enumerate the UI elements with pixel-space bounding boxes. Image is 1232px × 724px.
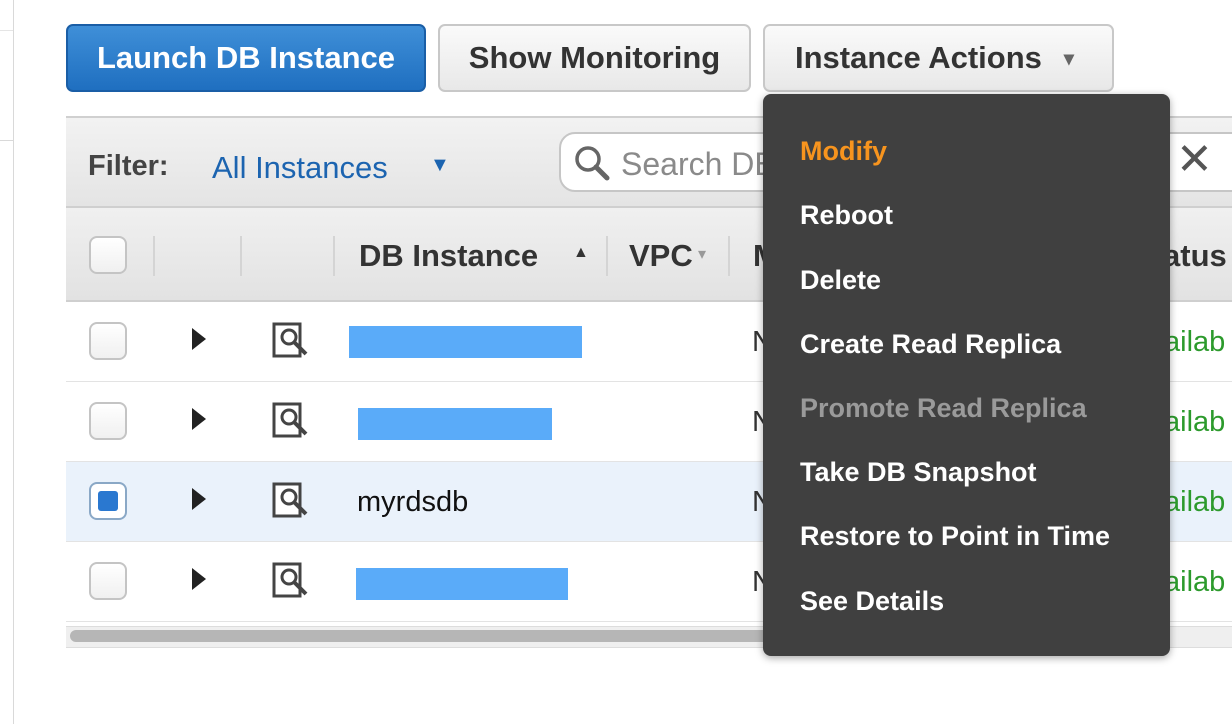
redacted-name: [356, 568, 568, 600]
inspect-icon[interactable]: [272, 322, 312, 360]
filter-dropdown[interactable]: All Instances: [212, 150, 388, 186]
row-checkbox[interactable]: [89, 562, 127, 600]
expand-arrow-icon[interactable]: [192, 408, 206, 430]
show-monitoring-label: Show Monitoring: [468, 40, 721, 75]
chevron-down-icon[interactable]: ▼: [430, 154, 450, 177]
sort-icon[interactable]: ▾: [698, 244, 706, 264]
sort-ascending-icon[interactable]: ▲: [573, 244, 589, 262]
menu-item-modify[interactable]: Modify: [800, 136, 887, 167]
menu-item-take-db-snapshot[interactable]: Take DB Snapshot: [800, 457, 1037, 488]
status-cell: ailab: [1164, 566, 1226, 598]
select-all-checkbox[interactable]: [89, 236, 127, 274]
panel-edge: [13, 0, 14, 724]
row-checkbox[interactable]: [89, 482, 127, 520]
db-instance-name: myrdsdb: [357, 486, 469, 518]
menu-item-promote-read-replica: Promote Read Replica: [800, 393, 1087, 423]
instance-actions-menu: Modify Reboot Delete Create Read Replica…: [763, 94, 1170, 656]
redacted-name: [349, 326, 582, 358]
expand-arrow-icon[interactable]: [192, 328, 206, 350]
column-header-db-instance[interactable]: DB Instance: [359, 238, 538, 274]
menu-item-delete[interactable]: Delete: [800, 265, 881, 296]
launch-db-instance-label: Launch DB Instance: [97, 40, 395, 75]
show-monitoring-button[interactable]: Show Monitoring: [438, 24, 751, 92]
column-header-status[interactable]: atus: [1163, 238, 1227, 274]
launch-db-instance-button[interactable]: Launch DB Instance: [66, 24, 426, 92]
row-checkbox[interactable]: [89, 402, 127, 440]
column-separator: [728, 236, 730, 276]
menu-item-restore-point-in-time[interactable]: Restore to Point in Time: [800, 521, 1110, 552]
inspect-icon[interactable]: [272, 562, 312, 600]
column-separator: [240, 236, 242, 276]
panel-edge-mid: [0, 140, 13, 141]
clear-icon[interactable]: ✕: [1176, 138, 1213, 182]
inspect-icon[interactable]: [272, 482, 312, 520]
menu-item-see-details[interactable]: See Details: [800, 586, 944, 617]
instance-actions-button[interactable]: Instance Actions ▾: [763, 24, 1114, 92]
inspect-icon[interactable]: [272, 402, 312, 440]
panel-edge-top: [0, 30, 13, 31]
column-separator: [333, 236, 335, 276]
filter-label: Filter:: [88, 150, 169, 182]
expand-arrow-icon[interactable]: [192, 568, 206, 590]
menu-item-create-read-replica[interactable]: Create Read Replica: [800, 329, 1061, 360]
column-separator: [606, 236, 608, 276]
instance-actions-label: Instance Actions: [795, 40, 1042, 75]
column-separator: [153, 236, 155, 276]
menu-item-reboot[interactable]: Reboot: [800, 200, 893, 231]
chevron-down-icon: ▾: [1063, 47, 1074, 70]
row-checkbox[interactable]: [89, 322, 127, 360]
status-cell: ailab: [1164, 486, 1226, 518]
status-cell: ailab: [1164, 326, 1226, 358]
search-icon: [575, 146, 610, 181]
redacted-name: [358, 408, 552, 440]
status-cell: ailab: [1164, 406, 1226, 438]
column-header-vpc[interactable]: VPC: [629, 238, 693, 274]
expand-arrow-icon[interactable]: [192, 488, 206, 510]
